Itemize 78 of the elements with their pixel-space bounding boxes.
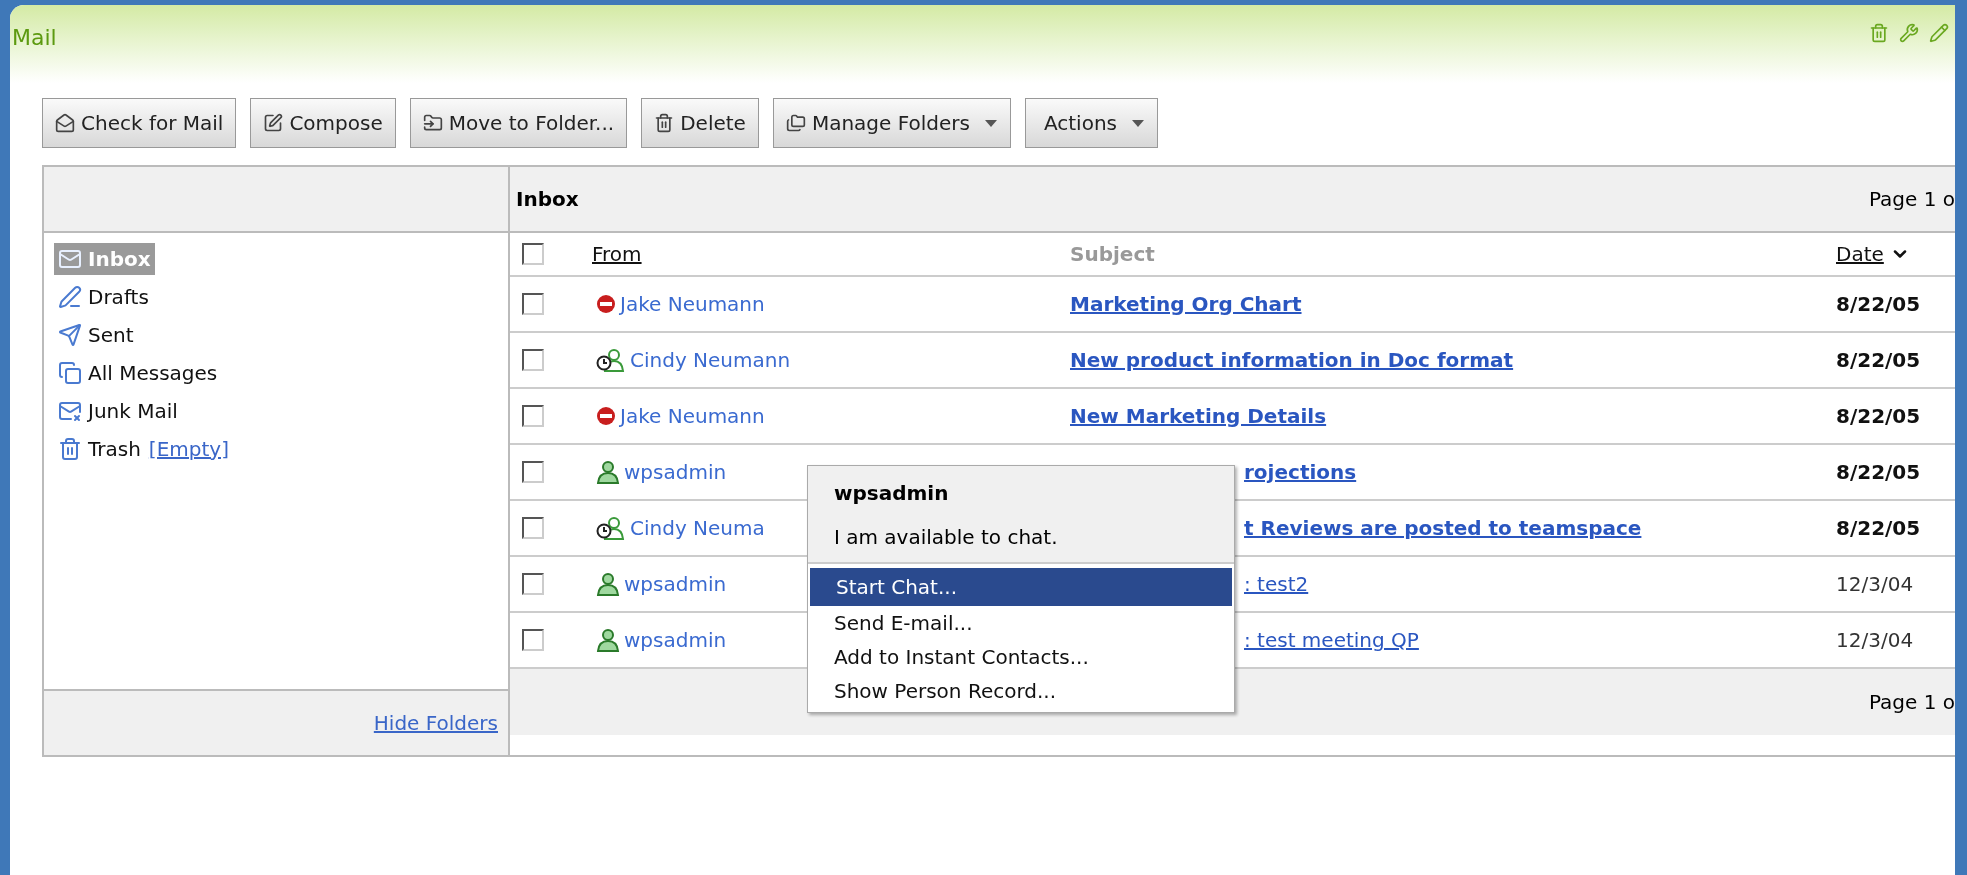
away-status-icon — [596, 348, 626, 372]
envelope-x-icon — [58, 399, 82, 423]
busy-status-icon — [596, 406, 616, 426]
checkbox[interactable] — [522, 293, 544, 315]
edit-icon[interactable] — [1929, 23, 1949, 43]
column-header: Subject — [1070, 241, 1155, 268]
date-cell-text: 12/3/04 — [1836, 571, 1915, 598]
caret-icon — [983, 118, 998, 128]
delete-icon[interactable] — [1869, 23, 1889, 43]
busy-status-icon — [596, 294, 616, 314]
date-cell-text: 8/22/05 — [1836, 515, 1922, 542]
contact-status: I am available to chat. — [834, 524, 1059, 551]
date-cell-text: 8/22/05 — [1836, 459, 1922, 486]
folder-item[interactable]: Drafts — [54, 281, 153, 313]
trash-icon — [654, 113, 675, 133]
trash-icon — [58, 437, 82, 461]
pen-icon — [58, 285, 82, 309]
folder-arrow-icon — [422, 113, 443, 133]
empty-trash-link[interactable]: [Empty] — [148, 434, 229, 464]
sender-link[interactable]: wpsadmin — [624, 625, 727, 655]
toolbar-button[interactable]: Move to Folder... — [409, 98, 628, 148]
folder-item[interactable]: Sent — [54, 319, 138, 351]
hide-folders-link[interactable]: Hide Folders — [373, 708, 498, 738]
subject-link[interactable]: : test2 — [1244, 572, 1309, 596]
pages-icon — [58, 361, 82, 385]
folder-item[interactable]: Junk Mail — [54, 395, 182, 427]
subject-link[interactable]: Marketing Org Chart — [1070, 292, 1302, 316]
column-header[interactable]: From — [592, 239, 642, 269]
date-cell-text: 12/3/04 — [1836, 627, 1915, 654]
checkbox[interactable] — [522, 349, 544, 371]
sender-link[interactable]: wpsadmin — [624, 569, 727, 599]
checkbox[interactable] — [522, 517, 544, 539]
menu-item[interactable]: Add to Instant Contacts... — [808, 640, 1234, 674]
page-info: Page 1 o — [1868, 186, 1955, 213]
sender-link[interactable]: wpsadmin — [624, 457, 727, 487]
folder-item[interactable]: All Messages — [54, 357, 222, 389]
toolbar-button[interactable]: Compose — [250, 98, 396, 148]
caret-icon — [1131, 118, 1145, 128]
checkbox[interactable] — [522, 243, 544, 265]
checkbox[interactable] — [522, 573, 544, 595]
subject-link[interactable]: rojections — [1244, 460, 1357, 484]
toolbar-button[interactable]: Delete — [641, 98, 759, 148]
sender-link[interactable]: Cindy Neuma — [630, 513, 765, 543]
column-header[interactable]: Date — [1836, 239, 1910, 269]
send-icon — [58, 323, 82, 347]
folders-icon — [785, 113, 806, 133]
sender-link[interactable]: Cindy Neumann — [630, 345, 791, 375]
folder-item[interactable]: Trash — [54, 433, 145, 465]
date-cell-text: 8/22/05 — [1836, 291, 1922, 318]
pen-square-icon — [263, 113, 284, 133]
toolbar-button[interactable]: Check for Mail — [42, 98, 237, 148]
envelope-icon — [55, 113, 75, 133]
inbox-title: Inbox — [516, 186, 579, 213]
menu-item[interactable]: Send E-mail... — [808, 606, 1234, 640]
checkbox[interactable] — [522, 405, 544, 427]
checkbox[interactable] — [522, 461, 544, 483]
toolbar-button[interactable]: Actions — [1024, 98, 1158, 148]
date-cell-text: 8/22/05 — [1836, 403, 1922, 430]
wrench-icon[interactable] — [1899, 23, 1919, 43]
subject-link[interactable]: : test meeting QP — [1244, 628, 1419, 652]
portlet-title: Mail — [12, 24, 57, 52]
menu-item[interactable]: Start Chat... — [810, 568, 1232, 606]
subject-link[interactable]: New Marketing Details — [1070, 404, 1327, 428]
away-status-icon — [596, 516, 626, 540]
subject-link[interactable]: New product information in Doc format — [1070, 348, 1514, 372]
date-cell-text: 8/22/05 — [1836, 347, 1922, 374]
sender-link[interactable]: Jake Neumann — [620, 401, 765, 431]
person-status-icon — [596, 572, 620, 596]
page-info: Page 1 o — [1868, 689, 1955, 716]
sender-link[interactable]: Jake Neumann — [620, 289, 765, 319]
contact-name: wpsadmin — [834, 480, 950, 507]
person-status-icon — [596, 460, 620, 484]
envelope-icon — [58, 247, 82, 271]
toolbar-button[interactable]: Manage Folders — [772, 98, 1011, 148]
person-status-icon — [596, 628, 620, 652]
menu-item[interactable]: Show Person Record... — [808, 674, 1234, 708]
checkbox[interactable] — [522, 629, 544, 651]
subject-link[interactable]: t Reviews are posted to teamspace — [1244, 516, 1642, 540]
